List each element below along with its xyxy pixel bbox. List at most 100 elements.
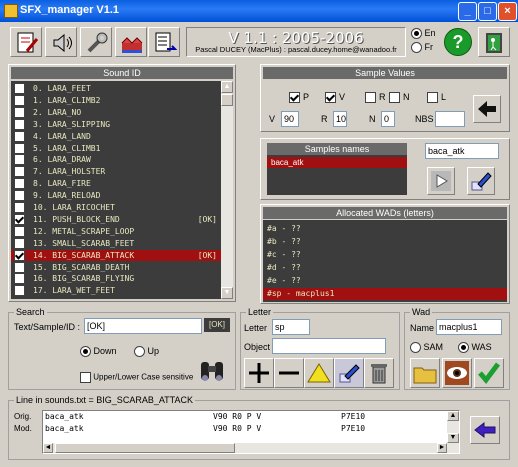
sound-list-scrollbar[interactable]: ▲ ▼ [221, 81, 233, 299]
sound-list-item[interactable]: 4. LARA_LAND [11, 130, 221, 142]
build-button[interactable] [115, 27, 147, 57]
sound-id-list[interactable]: 0. LARA_FEET 1. LARA_CLIMB2 2. LARA_NO 3. L… [11, 81, 233, 299]
sound-list-item[interactable]: 6. LARA_DRAW [11, 154, 221, 166]
sound-list-item[interactable]: 14. BIG_SCARAB_ATTACK [OK] [11, 249, 221, 261]
value-field-input[interactable] [435, 111, 465, 127]
sample-name-input[interactable]: baca_atk [425, 143, 499, 159]
delete-button[interactable] [364, 358, 394, 388]
value-field-input[interactable]: 90 [281, 111, 299, 127]
search-down-option[interactable]: Down [80, 346, 117, 358]
list-button[interactable] [148, 27, 180, 57]
sound-list-item[interactable]: 11. PUSH_BLOCK_END [OK] [11, 213, 221, 225]
search-up-radio[interactable] [134, 346, 145, 358]
sound-list-item[interactable]: 5. LARA_CLIMB1 [11, 142, 221, 154]
flag-checkbox[interactable] [427, 92, 438, 104]
sound-item-checkbox[interactable] [14, 83, 25, 94]
sound-item-checkbox[interactable] [14, 261, 25, 273]
sound-list-item[interactable]: 10. LARA_RICOCHET [11, 202, 221, 213]
search-button[interactable] [198, 358, 228, 384]
flag-l-option[interactable]: L [427, 92, 446, 104]
sound-item-checkbox[interactable] [14, 237, 25, 249]
sound-list-item[interactable]: 2. LARA_NO [11, 106, 221, 118]
lang-en-radio[interactable] [411, 28, 422, 40]
scroll-thumb[interactable] [221, 94, 233, 106]
sound-list-item[interactable]: 15. BIG_SCARAB_DEATH [11, 261, 221, 273]
sound-list-item[interactable]: 8. LARA_FIRE [11, 178, 221, 190]
sample-name-item[interactable]: baca_atk [267, 157, 407, 168]
sound-item-checkbox[interactable] [14, 285, 25, 297]
scroll-down-button[interactable]: ▼ [221, 287, 233, 299]
scroll-up-button[interactable]: ▲ [221, 81, 233, 93]
sound-list-item[interactable]: 0. LARA_FEET [11, 83, 221, 94]
wad-list-item[interactable]: #c - ?? [263, 249, 507, 261]
scroll-left-button[interactable]: ◄ [43, 443, 53, 453]
sound-list-item[interactable]: 9. LARA_RELOAD [11, 190, 221, 202]
sound-list-item[interactable]: 3. LARA_SLIPPING [11, 118, 221, 130]
wad-sam-radio[interactable] [410, 342, 421, 354]
sound-list-item[interactable]: 12. METAL_SCRAPE_LOOP [11, 225, 221, 237]
sound-item-checkbox[interactable] [14, 202, 25, 213]
title-bar[interactable]: SFX_manager V1.1 _ □ × [0, 0, 518, 22]
object-input[interactable] [272, 338, 386, 354]
letter-input[interactable]: sp [272, 319, 310, 335]
samples-names-list[interactable]: baca_atk [267, 155, 407, 195]
settings-button[interactable] [80, 27, 112, 57]
flag-r-option[interactable]: R [365, 92, 386, 104]
sound-item-checkbox[interactable] [14, 94, 25, 106]
wad-list-item[interactable]: #e - ?? [263, 275, 507, 287]
wad-list-item[interactable]: #sp - macplus1 [263, 288, 507, 300]
flag-checkbox[interactable] [289, 92, 300, 104]
flag-checkbox[interactable] [325, 92, 336, 104]
sound-item-checkbox[interactable] [14, 130, 25, 142]
lang-fr-option[interactable]: Fr [411, 42, 433, 54]
wad-list-item[interactable]: #b - ?? [263, 236, 507, 248]
sound-item-checkbox[interactable] [14, 142, 25, 154]
maximize-button[interactable]: □ [478, 2, 497, 21]
flag-checkbox[interactable] [365, 92, 376, 104]
exit-button[interactable] [478, 27, 510, 57]
search-up-option[interactable]: Up [134, 346, 159, 358]
sound-item-checkbox[interactable] [14, 118, 25, 130]
replace-line-button[interactable] [470, 416, 500, 444]
flag-checkbox[interactable] [389, 92, 400, 104]
close-button[interactable]: × [498, 2, 517, 21]
edit-button[interactable] [334, 358, 364, 388]
sound-list-item[interactable]: 16. BIG_SCARAB_FLYING [11, 273, 221, 285]
value-field-input[interactable]: 10 [333, 111, 347, 127]
open-file-button[interactable] [10, 27, 42, 57]
flag-n-option[interactable]: N [389, 92, 410, 104]
edit-sample-button[interactable] [467, 167, 495, 195]
case-sensitive-option[interactable]: Upper/Lower Case sensitive [80, 372, 193, 383]
open-folder-button[interactable] [410, 358, 440, 388]
sound-item-checkbox[interactable] [14, 213, 25, 225]
flag-v-option[interactable]: V [325, 92, 345, 104]
view-button[interactable] [442, 358, 472, 388]
help-button[interactable]: ? [444, 28, 472, 56]
case-sensitive-checkbox[interactable] [80, 372, 91, 383]
wad-was-radio[interactable] [458, 342, 469, 354]
lang-en-option[interactable]: En [411, 28, 436, 40]
minimize-button[interactable]: _ [458, 2, 477, 21]
search-down-radio[interactable] [80, 346, 91, 358]
scroll-right-button[interactable]: ► [437, 443, 447, 453]
add-button[interactable] [244, 358, 274, 388]
play-sound-button[interactable] [45, 27, 77, 57]
hscroll-thumb[interactable] [55, 443, 235, 453]
sound-item-checkbox[interactable] [14, 106, 25, 118]
wad-sam-option[interactable]: SAM [410, 342, 443, 354]
validate-button[interactable] [474, 358, 504, 388]
flag-p-option[interactable]: P [289, 92, 309, 104]
allocated-wads-list[interactable]: #a - ?? #b - ?? #c - ?? #d - ?? #e - ?? #sp -… [263, 220, 507, 302]
sound-item-checkbox[interactable] [14, 249, 25, 261]
wad-was-option[interactable]: WAS [458, 342, 492, 354]
sound-list-item[interactable]: 17. LARA_WET_FEET [11, 285, 221, 297]
line-scroll-up-button[interactable]: ▲ [447, 411, 459, 421]
remove-button[interactable] [274, 358, 304, 388]
sound-item-checkbox[interactable] [14, 273, 25, 285]
warning-button[interactable] [304, 358, 334, 388]
sound-list-item[interactable]: 7. LARA_HOLSTER [11, 166, 221, 178]
search-input[interactable]: [OK] [84, 318, 202, 334]
line-scroll-down-button[interactable]: ▼ [447, 433, 459, 443]
sound-item-checkbox[interactable] [14, 225, 25, 237]
lang-fr-radio[interactable] [411, 42, 422, 54]
